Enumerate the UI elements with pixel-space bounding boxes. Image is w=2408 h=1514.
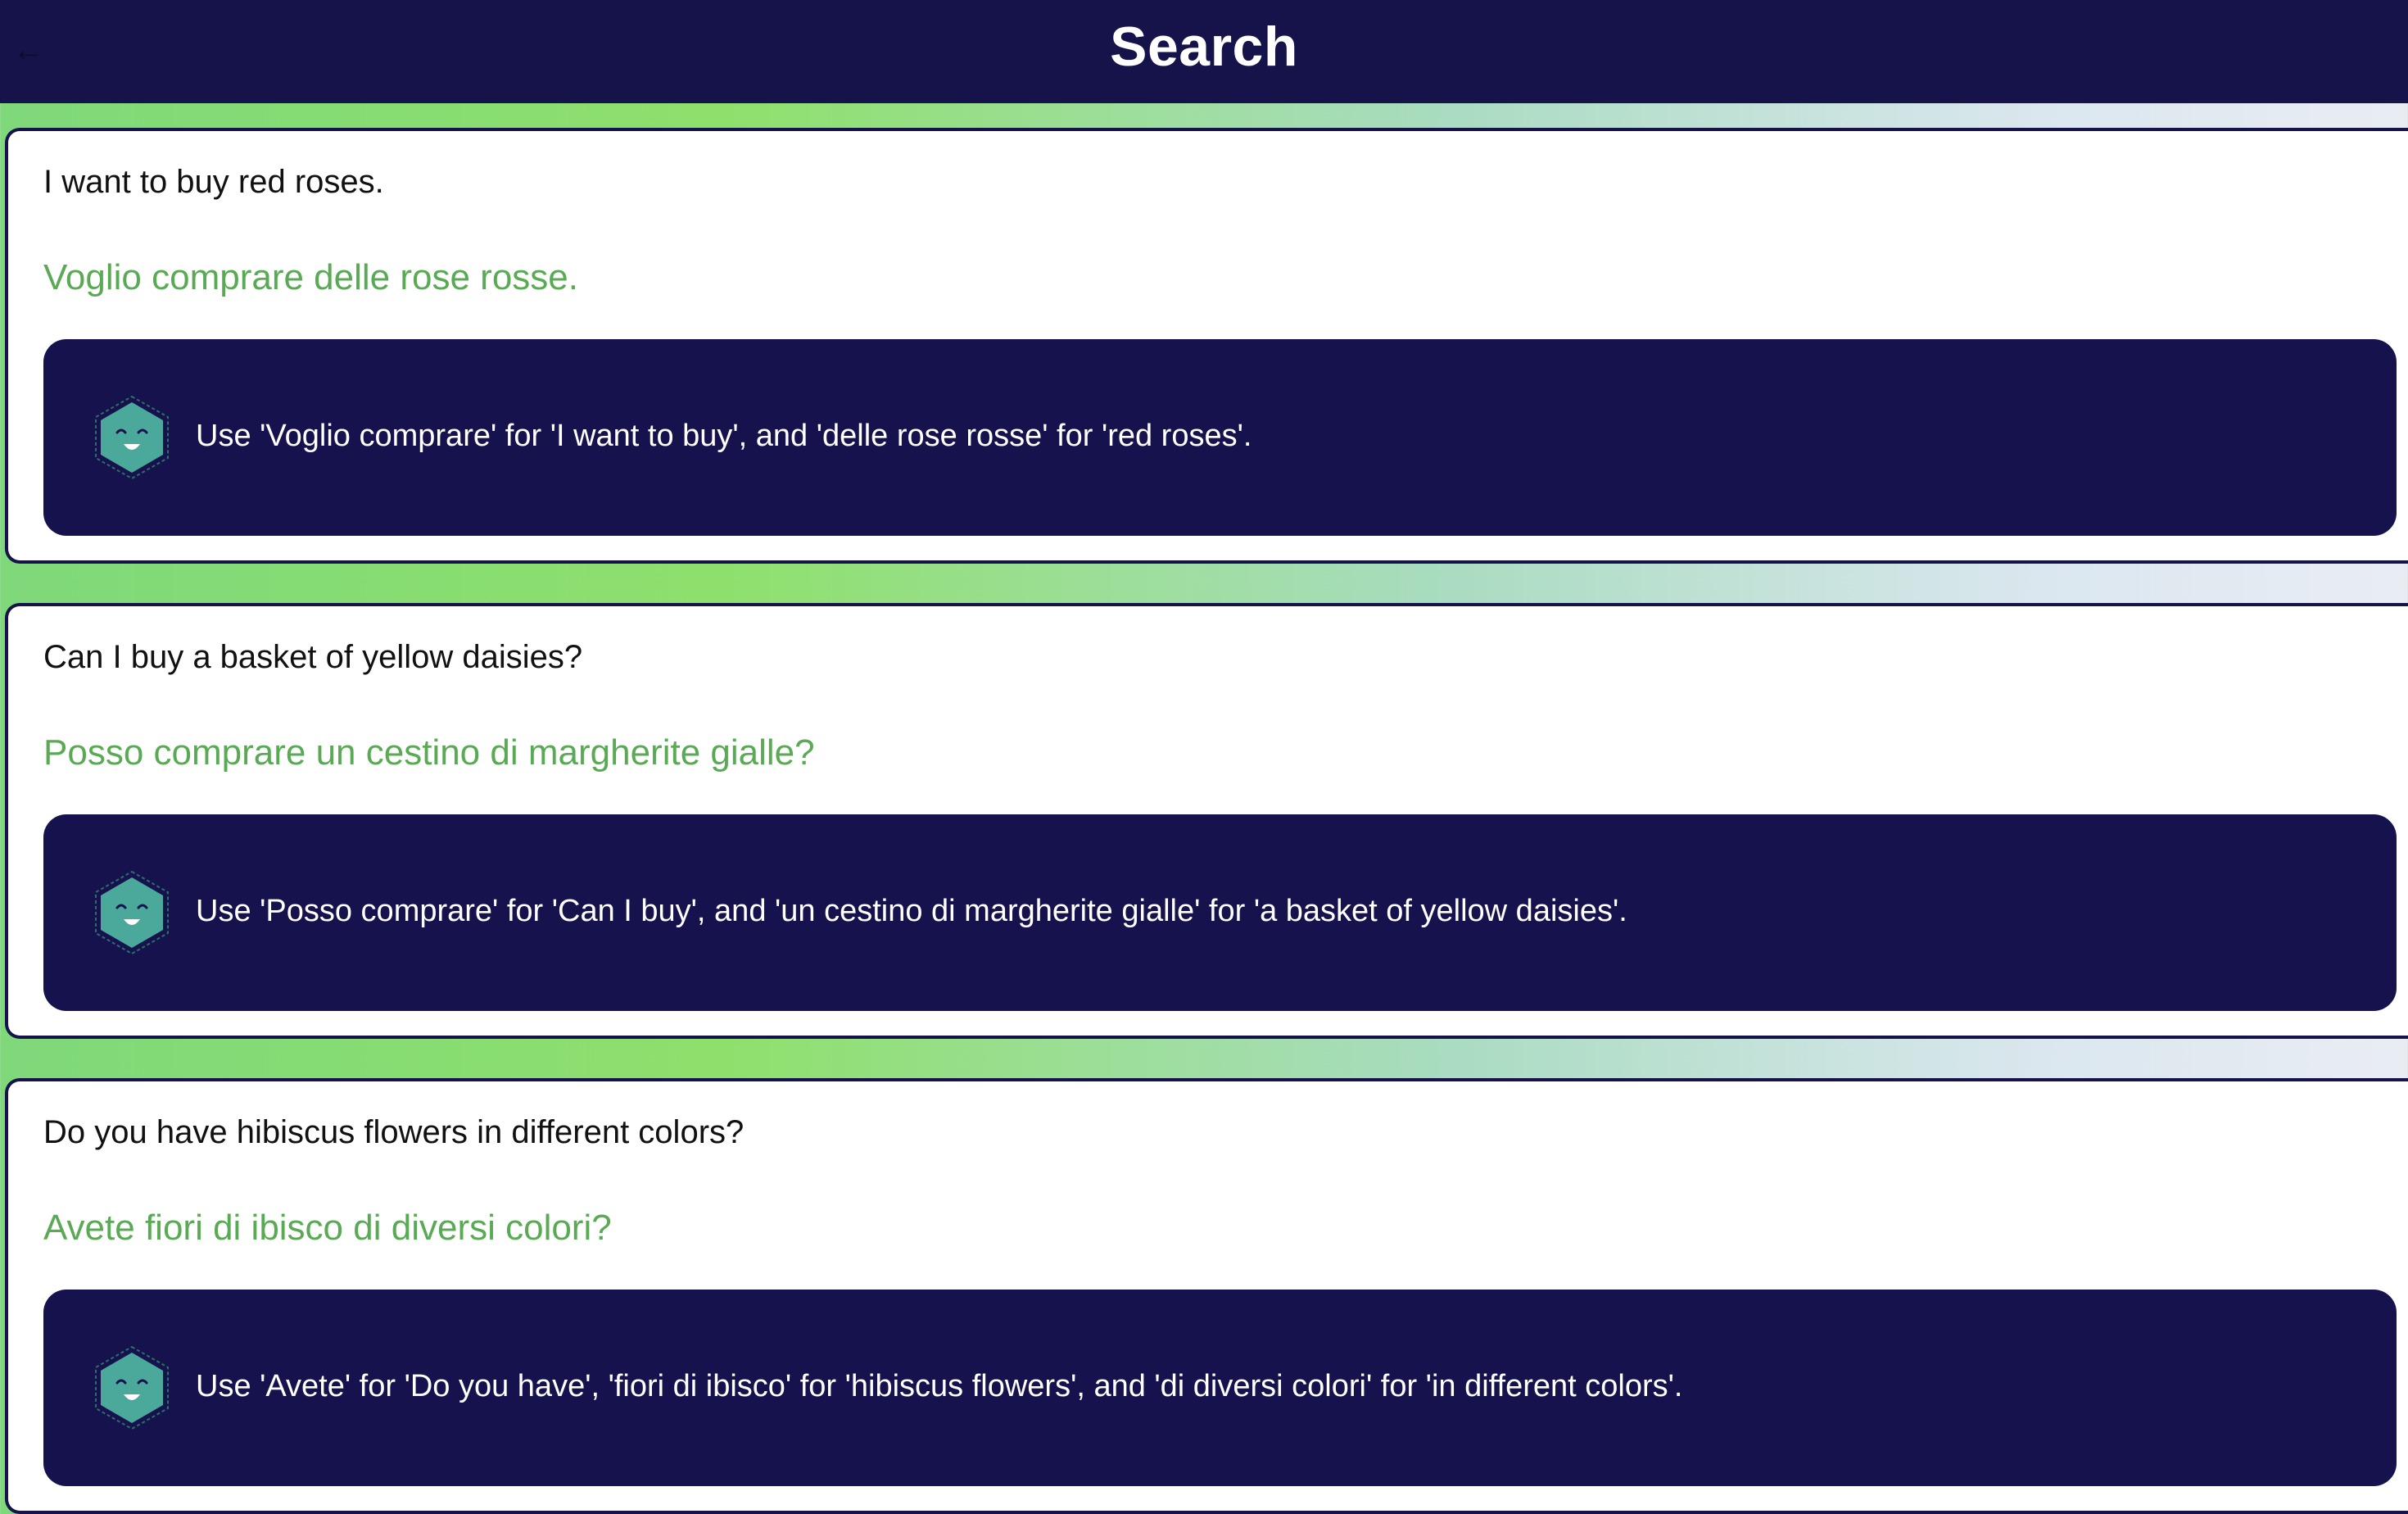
tip-panel: Use 'Avete' for 'Do you have', 'fiori di… [43,1290,2397,1486]
italian-translation: Voglio comprare delle rose rosse. [43,257,578,297]
italian-translation: Avete fiori di ibisco di diversi colori? [43,1208,612,1248]
tip-text: Use 'Avete' for 'Do you have', 'fiori di… [196,1369,1683,1403]
english-phrase: I want to buy red roses. [43,164,384,200]
result-card[interactable]: I want to buy red roses. Voglio comprare… [5,128,2408,564]
italian-translation: Posso comprare un cestino di margherite … [43,732,815,773]
mascot-hexagon-icon [95,870,169,955]
result-card[interactable]: Can I buy a basket of yellow daisies? Po… [5,603,2408,1039]
tip-panel: Use 'Posso comprare' for 'Can I buy', an… [43,814,2397,1011]
mascot-hexagon-icon [95,1345,169,1430]
results-list[interactable]: I want to buy red roses. Voglio comprare… [0,103,2408,1514]
tip-text: Use 'Voglio comprare' for 'I want to buy… [196,419,1252,453]
page-title: Search [1110,16,1298,78]
tip-panel: Use 'Voglio comprare' for 'I want to buy… [43,339,2397,536]
tip-text: Use 'Posso comprare' for 'Can I buy', an… [196,894,1627,928]
english-phrase: Do you have hibiscus flowers in differen… [43,1114,745,1150]
result-card[interactable]: Do you have hibiscus flowers in differen… [5,1078,2408,1514]
english-phrase: Can I buy a basket of yellow daisies? [43,639,583,675]
top-bar: ← Search [0,0,2408,103]
mascot-hexagon-icon [95,395,169,480]
